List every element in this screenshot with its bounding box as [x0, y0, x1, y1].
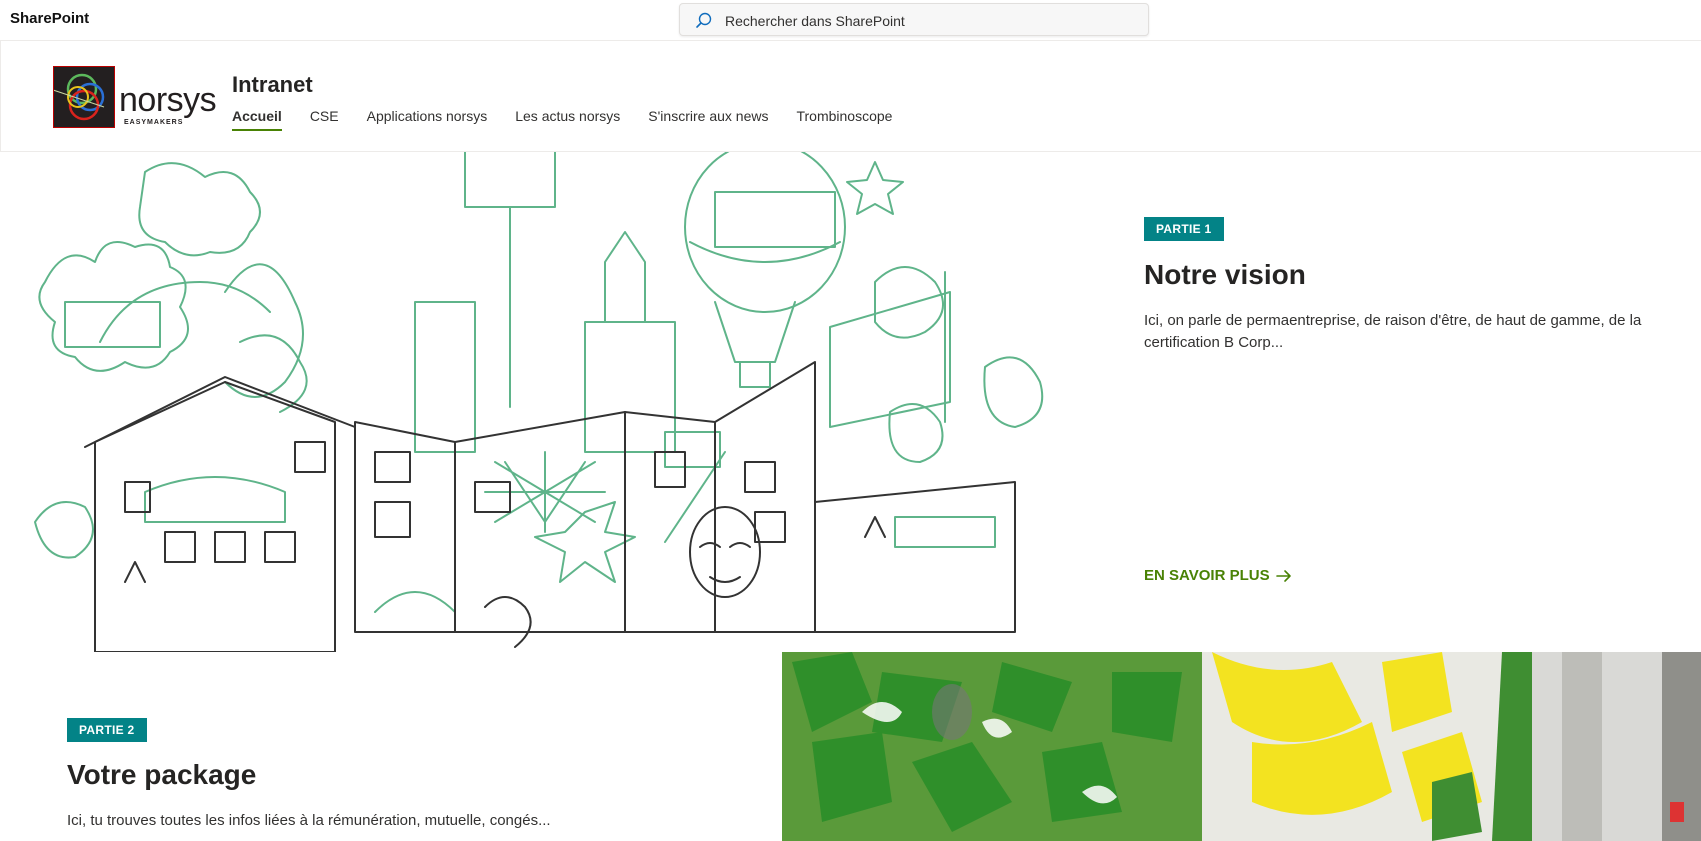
wall-art-photo — [782, 652, 1701, 841]
nav-item-applications[interactable]: Applications norsys — [367, 107, 488, 131]
cta-label: EN SAVOIR PLUS — [1144, 567, 1270, 584]
partie-2-badge: PARTIE 2 — [67, 718, 147, 742]
section2-title: Votre package — [67, 759, 257, 790]
section1-description: Ici, on parle de permaentreprise, de rai… — [1144, 312, 1642, 351]
nav-item-news[interactable]: S'inscrire aux news — [648, 107, 768, 131]
site-logo[interactable]: norsys EASYMAKERS — [43, 65, 217, 131]
sketch-illustration — [34, 152, 1044, 652]
en-savoir-plus-link[interactable]: EN SAVOIR PLUS — [1144, 567, 1292, 584]
top-navigation: Accueil CSE Applications norsys Les actu… — [232, 107, 920, 131]
logo-mark — [43, 66, 115, 128]
nav-item-cse[interactable]: CSE — [310, 107, 339, 131]
nav-item-accueil[interactable]: Accueil — [232, 107, 282, 131]
search-box[interactable]: Rechercher dans SharePoint — [679, 3, 1149, 36]
vision-illustration — [25, 152, 1072, 652]
section2-description: Ici, tu trouves toutes les infos liées à… — [67, 812, 551, 829]
site-header: norsys EASYMAKERS Intranet Accueil CSE A… — [0, 40, 1701, 152]
arrow-right-icon — [1275, 569, 1291, 582]
site-title[interactable]: Intranet — [232, 72, 313, 98]
section1-title: Notre vision — [1144, 259, 1306, 290]
logo-rings-icon — [43, 73, 105, 121]
package-photo — [782, 652, 1701, 841]
partie-1-badge: PARTIE 1 — [1144, 217, 1224, 241]
search-placeholder: Rechercher dans SharePoint — [725, 13, 905, 29]
suite-bar: SharePoint Rechercher dans SharePoint — [0, 0, 1701, 40]
nav-item-actus[interactable]: Les actus norsys — [515, 107, 620, 131]
app-title[interactable]: SharePoint — [10, 10, 89, 27]
logo-subtext: EASYMAKERS — [124, 119, 184, 126]
nav-item-trombinoscope[interactable]: Trombinoscope — [796, 107, 892, 131]
search-icon — [696, 12, 712, 28]
logo-text: norsys — [119, 81, 217, 119]
